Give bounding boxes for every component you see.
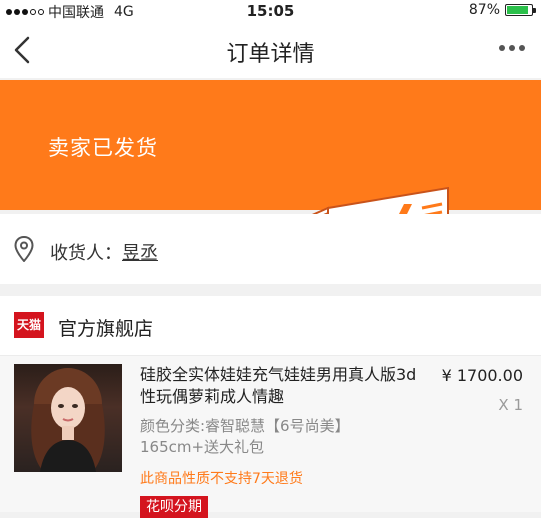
product-price: ¥ 1700.00	[441, 366, 523, 385]
status-right: 87%	[468, 2, 536, 18]
return-policy-notice: 此商品性质不支持7天退货	[140, 471, 303, 487]
product-quantity: X 1	[498, 396, 523, 414]
status-bar: 中国联通 4G 15:05 87%	[0, 0, 541, 22]
nav-bar: 订单详情	[0, 22, 541, 78]
product-spec: 颜色分类:睿智聪慧【6号尚美】165cm+送大礼包	[140, 417, 350, 456]
more-dots-icon	[499, 45, 505, 51]
recipient-label: 收货人：	[50, 243, 122, 264]
location-pin-icon	[14, 236, 34, 262]
battery-percent: 87%	[468, 2, 500, 18]
shop-name: 官方旗舰店	[58, 318, 154, 340]
address-section[interactable]: 收货人：昱丞	[0, 214, 541, 284]
shipping-status-banner: 卖家已发货	[0, 80, 541, 276]
recipient-name: 昱丞	[122, 243, 158, 264]
installment-badge: 花呗分期	[140, 496, 208, 518]
more-options-button[interactable]	[497, 38, 527, 58]
battery-icon	[505, 4, 536, 16]
recipient: 收货人：昱丞	[50, 239, 158, 265]
product-title: 硅胶全实体娃娃充气娃娃男用真人版3d性玩偶萝莉成人情趣	[140, 365, 417, 406]
status-time: 15:05	[246, 2, 295, 20]
product-image	[14, 364, 122, 472]
product-item[interactable]: 硅胶全实体娃娃充气娃娃男用真人版3d性玩偶萝莉成人情趣 ¥ 1700.00 X …	[0, 356, 541, 518]
tmall-logo-icon: 天猫	[14, 312, 44, 338]
shop-header[interactable]: 天猫 官方旗舰店	[0, 296, 541, 356]
shipping-status-text: 卖家已发货	[48, 136, 158, 160]
page-title: 订单详情	[226, 42, 315, 67]
